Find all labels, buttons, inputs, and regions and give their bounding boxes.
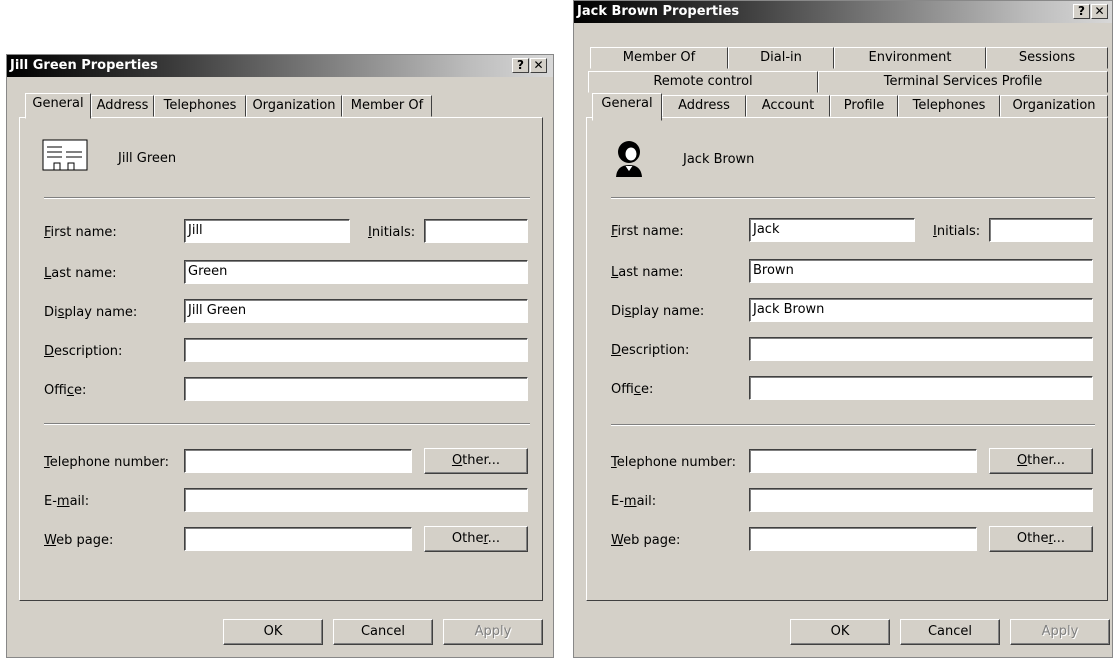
help-button[interactable]: ? [1073,4,1090,19]
email-field[interactable] [184,488,528,512]
help-icon: ? [1078,4,1085,18]
office-field[interactable] [184,377,528,401]
display-name-label: Display name: [44,305,138,320]
web-page-label: Web page: [44,533,114,548]
email-field[interactable] [749,488,1093,512]
user-display-name: Jill Green [118,151,177,166]
general-tab-panel: Jack Brown First name: Jack Initials: La… [586,117,1108,601]
tab-general[interactable]: General [592,93,662,121]
title-bar: Jill Green Properties ? ✕ [7,55,553,77]
first-name-label: First name: [611,224,684,239]
help-icon: ? [517,58,524,72]
description-field[interactable] [749,337,1093,361]
display-name-field[interactable]: Jack Brown [749,298,1093,322]
description-field[interactable] [184,338,528,362]
first-name-label: First name: [44,225,117,240]
initials-label: Initials: [368,225,416,240]
tab-remote-control[interactable]: Remote control [588,71,818,93]
close-button[interactable]: ✕ [530,58,547,73]
separator [44,423,530,425]
other-web-page-button[interactable]: Other... [424,526,528,552]
cancel-button[interactable]: Cancel [900,619,1000,645]
office-label: Office: [611,382,654,397]
other-web-page-button[interactable]: Other... [989,526,1093,552]
web-page-field[interactable] [184,527,412,551]
ok-button[interactable]: OK [790,619,890,645]
initials-field[interactable] [424,219,528,243]
tab-profile[interactable]: Profile [830,95,898,117]
apply-button[interactable]: Apply [443,619,543,645]
last-name-field[interactable]: Brown [749,259,1093,283]
tab-telephones[interactable]: Telephones [898,95,1000,117]
web-page-field[interactable] [749,527,977,551]
help-button[interactable]: ? [512,58,529,73]
apply-button[interactable]: Apply [1010,619,1110,645]
ok-button[interactable]: OK [223,619,323,645]
tab-sessions[interactable]: Sessions [986,47,1108,69]
other-telephone-button[interactable]: Other... [989,448,1093,474]
tab-telephones[interactable]: Telephones [154,95,246,117]
separator [611,197,1095,199]
office-field[interactable] [749,376,1093,400]
telephone-field[interactable] [749,449,977,473]
last-name-label: Last name: [611,265,684,280]
tab-terminal-services-profile[interactable]: Terminal Services Profile [818,71,1108,93]
last-name-field[interactable]: Green [184,260,528,284]
close-icon: ✕ [1094,4,1105,18]
first-name-field[interactable]: Jack [749,218,915,242]
other-telephone-button[interactable]: Other... [424,448,528,474]
tab-organization[interactable]: Organization [1000,95,1108,117]
telephone-label: Telephone number: [611,455,737,470]
tab-environment[interactable]: Environment [834,47,986,69]
tab-member-of[interactable]: Member Of [590,47,728,69]
title-bar: Jack Brown Properties ? ✕ [574,1,1112,23]
address-card-icon [42,139,88,171]
user-icon [616,141,642,177]
tab-general[interactable]: General [25,93,91,119]
tab-address[interactable]: Address [91,95,154,117]
separator [44,197,530,199]
user-display-name: Jack Brown [683,152,755,167]
first-name-field[interactable]: Jill [184,219,350,243]
dialog-title: Jack Brown Properties [577,4,740,19]
cancel-button[interactable]: Cancel [333,619,433,645]
email-label: E-mail: [611,494,657,509]
tab-member-of[interactable]: Member Of [342,95,432,117]
tab-address[interactable]: Address [662,95,746,117]
jill-green-properties-dialog: Jill Green Properties ? ✕ General Addres… [6,54,554,658]
initials-field[interactable] [989,218,1093,242]
description-label: Description: [44,344,123,359]
close-button[interactable]: ✕ [1091,4,1108,19]
tab-organization[interactable]: Organization [246,95,342,117]
tab-account[interactable]: Account [746,95,830,117]
description-label: Description: [611,343,690,358]
close-icon: ✕ [533,58,544,72]
initials-label: Initials: [933,224,981,239]
display-name-label: Display name: [611,304,705,319]
general-tab-panel: Jill Green First name: Jill Initials: La… [19,117,543,601]
email-label: E-mail: [44,494,90,509]
jack-brown-properties-dialog: Jack Brown Properties ? ✕ Member Of Dial… [573,0,1113,658]
telephone-field[interactable] [184,449,412,473]
dialog-title: Jill Green Properties [10,58,158,73]
display-name-field[interactable]: Jill Green [184,299,528,323]
tab-dial-in[interactable]: Dial-in [728,47,834,69]
last-name-label: Last name: [44,266,117,281]
office-label: Office: [44,383,87,398]
web-page-label: Web page: [611,533,681,548]
telephone-label: Telephone number: [44,455,170,470]
separator [611,424,1095,426]
